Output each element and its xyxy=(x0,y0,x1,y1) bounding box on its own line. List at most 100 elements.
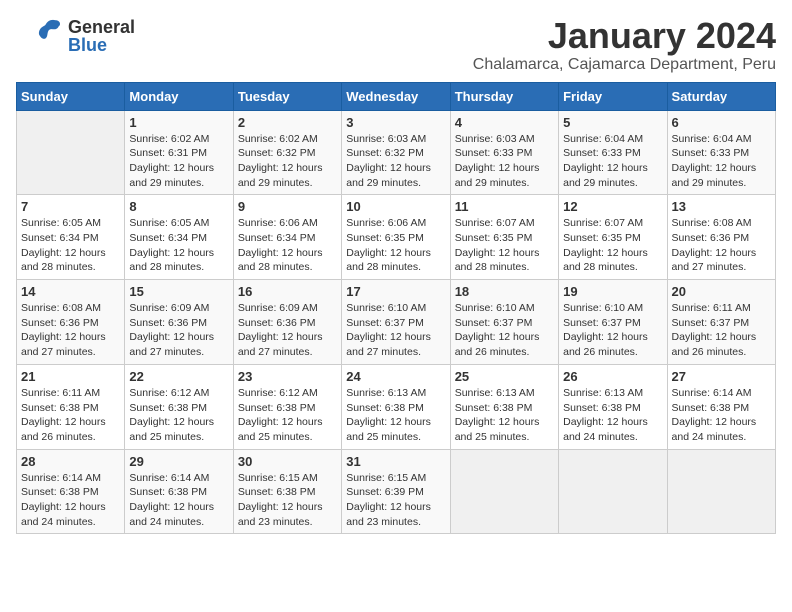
day-number: 12 xyxy=(563,199,662,214)
calendar-week-2: 7 Sunrise: 6:05 AMSunset: 6:34 PMDaylight… xyxy=(17,195,776,280)
calendar-cell: 4 Sunrise: 6:03 AMSunset: 6:33 PMDaylight… xyxy=(450,110,558,195)
calendar-cell: 8 Sunrise: 6:05 AMSunset: 6:34 PMDaylight… xyxy=(125,195,233,280)
day-info: Sunrise: 6:13 AMSunset: 6:38 PMDaylight:… xyxy=(455,386,554,445)
day-info: Sunrise: 6:06 AMSunset: 6:35 PMDaylight:… xyxy=(346,216,445,275)
day-info: Sunrise: 6:11 AMSunset: 6:37 PMDaylight:… xyxy=(672,301,771,360)
calendar-cell: 9 Sunrise: 6:06 AMSunset: 6:34 PMDaylight… xyxy=(233,195,341,280)
day-info: Sunrise: 6:03 AMSunset: 6:33 PMDaylight:… xyxy=(455,132,554,191)
day-info: Sunrise: 6:08 AMSunset: 6:36 PMDaylight:… xyxy=(672,216,771,275)
day-number: 24 xyxy=(346,369,445,384)
day-info: Sunrise: 6:11 AMSunset: 6:38 PMDaylight:… xyxy=(21,386,120,445)
day-info: Sunrise: 6:02 AMSunset: 6:32 PMDaylight:… xyxy=(238,132,337,191)
calendar-cell: 23 Sunrise: 6:12 AMSunset: 6:38 PMDayligh… xyxy=(233,364,341,449)
logo-text: General Blue xyxy=(68,18,135,54)
calendar-subtitle: Chalamarca, Cajamarca Department, Peru xyxy=(473,56,776,74)
day-number: 10 xyxy=(346,199,445,214)
calendar-cell: 22Sunrise: 6:12 AMSunset: 6:38 PMDayligh… xyxy=(125,364,233,449)
day-header-wednesday: Wednesday xyxy=(342,82,450,110)
calendar-cell: 19 Sunrise: 6:10 AMSunset: 6:37 PMDayligh… xyxy=(559,280,667,365)
calendar-cell: 28 Sunrise: 6:14 AMSunset: 6:38 PMDayligh… xyxy=(17,449,125,534)
day-info: Sunrise: 6:05 AMSunset: 6:34 PMDaylight:… xyxy=(21,216,120,275)
day-number: 30 xyxy=(238,454,337,469)
day-info: Sunrise: 6:04 AMSunset: 6:33 PMDaylight:… xyxy=(563,132,662,191)
day-number: 9 xyxy=(238,199,337,214)
calendar-cell: 12Sunrise: 6:07 AMSunset: 6:35 PMDayligh… xyxy=(559,195,667,280)
calendar-cell: 14 Sunrise: 6:08 AMSunset: 6:36 PMDayligh… xyxy=(17,280,125,365)
day-info: Sunrise: 6:15 AMSunset: 6:38 PMDaylight:… xyxy=(238,471,337,530)
day-number: 21 xyxy=(21,369,120,384)
day-info: Sunrise: 6:05 AMSunset: 6:34 PMDaylight:… xyxy=(129,216,228,275)
calendar-body: 1Sunrise: 6:02 AMSunset: 6:31 PMDaylight… xyxy=(17,110,776,534)
calendar-cell: 18Sunrise: 6:10 AMSunset: 6:37 PMDayligh… xyxy=(450,280,558,365)
logo-icon xyxy=(16,16,66,56)
day-info: Sunrise: 6:10 AMSunset: 6:37 PMDaylight:… xyxy=(346,301,445,360)
day-info: Sunrise: 6:10 AMSunset: 6:37 PMDaylight:… xyxy=(563,301,662,360)
calendar-cell: 11Sunrise: 6:07 AMSunset: 6:35 PMDayligh… xyxy=(450,195,558,280)
day-number: 25 xyxy=(455,369,554,384)
day-header-thursday: Thursday xyxy=(450,82,558,110)
day-header-saturday: Saturday xyxy=(667,82,775,110)
day-info: Sunrise: 6:14 AMSunset: 6:38 PMDaylight:… xyxy=(21,471,120,530)
day-number: 3 xyxy=(346,115,445,130)
day-info: Sunrise: 6:04 AMSunset: 6:33 PMDaylight:… xyxy=(672,132,771,191)
calendar-cell: 24 Sunrise: 6:13 AMSunset: 6:38 PMDayligh… xyxy=(342,364,450,449)
calendar-cell: 5 Sunrise: 6:04 AMSunset: 6:33 PMDaylight… xyxy=(559,110,667,195)
title-block: January 2024 Chalamarca, Cajamarca Depar… xyxy=(473,16,776,74)
calendar-cell: 6Sunrise: 6:04 AMSunset: 6:33 PMDaylight… xyxy=(667,110,775,195)
calendar-cell: 3Sunrise: 6:03 AMSunset: 6:32 PMDaylight… xyxy=(342,110,450,195)
calendar-title: January 2024 xyxy=(473,16,776,56)
days-header-row: SundayMondayTuesdayWednesdayThursdayFrid… xyxy=(17,82,776,110)
calendar-week-4: 21 Sunrise: 6:11 AMSunset: 6:38 PMDayligh… xyxy=(17,364,776,449)
calendar-cell: 13 Sunrise: 6:08 AMSunset: 6:36 PMDayligh… xyxy=(667,195,775,280)
day-number: 26 xyxy=(563,369,662,384)
day-info: Sunrise: 6:08 AMSunset: 6:36 PMDaylight:… xyxy=(21,301,120,360)
calendar-week-1: 1Sunrise: 6:02 AMSunset: 6:31 PMDaylight… xyxy=(17,110,776,195)
day-number: 8 xyxy=(129,199,228,214)
day-number: 17 xyxy=(346,284,445,299)
day-number: 28 xyxy=(21,454,120,469)
day-number: 1 xyxy=(129,115,228,130)
calendar-cell: 30 Sunrise: 6:15 AMSunset: 6:38 PMDayligh… xyxy=(233,449,341,534)
day-number: 5 xyxy=(563,115,662,130)
logo-general: General xyxy=(68,18,135,36)
calendar-cell: 2Sunrise: 6:02 AMSunset: 6:32 PMDaylight… xyxy=(233,110,341,195)
day-number: 7 xyxy=(21,199,120,214)
day-info: Sunrise: 6:14 AMSunset: 6:38 PMDaylight:… xyxy=(672,386,771,445)
calendar-week-5: 28 Sunrise: 6:14 AMSunset: 6:38 PMDayligh… xyxy=(17,449,776,534)
day-number: 14 xyxy=(21,284,120,299)
calendar-cell: 10 Sunrise: 6:06 AMSunset: 6:35 PMDayligh… xyxy=(342,195,450,280)
day-info: Sunrise: 6:14 AMSunset: 6:38 PMDaylight:… xyxy=(129,471,228,530)
calendar-cell: 21 Sunrise: 6:11 AMSunset: 6:38 PMDayligh… xyxy=(17,364,125,449)
day-number: 23 xyxy=(238,369,337,384)
day-info: Sunrise: 6:12 AMSunset: 6:38 PMDaylight:… xyxy=(238,386,337,445)
day-header-monday: Monday xyxy=(125,82,233,110)
day-info: Sunrise: 6:15 AMSunset: 6:39 PMDaylight:… xyxy=(346,471,445,530)
day-header-friday: Friday xyxy=(559,82,667,110)
calendar-cell xyxy=(559,449,667,534)
calendar-cell: 20 Sunrise: 6:11 AMSunset: 6:37 PMDayligh… xyxy=(667,280,775,365)
day-info: Sunrise: 6:13 AMSunset: 6:38 PMDaylight:… xyxy=(346,386,445,445)
day-info: Sunrise: 6:06 AMSunset: 6:34 PMDaylight:… xyxy=(238,216,337,275)
calendar-cell: 25 Sunrise: 6:13 AMSunset: 6:38 PMDayligh… xyxy=(450,364,558,449)
day-number: 20 xyxy=(672,284,771,299)
day-number: 29 xyxy=(129,454,228,469)
day-info: Sunrise: 6:09 AMSunset: 6:36 PMDaylight:… xyxy=(238,301,337,360)
day-number: 13 xyxy=(672,199,771,214)
day-number: 4 xyxy=(455,115,554,130)
calendar-cell: 17 Sunrise: 6:10 AMSunset: 6:37 PMDayligh… xyxy=(342,280,450,365)
day-number: 18 xyxy=(455,284,554,299)
day-info: Sunrise: 6:09 AMSunset: 6:36 PMDaylight:… xyxy=(129,301,228,360)
calendar-week-3: 14 Sunrise: 6:08 AMSunset: 6:36 PMDayligh… xyxy=(17,280,776,365)
day-info: Sunrise: 6:12 AMSunset: 6:38 PMDaylight:… xyxy=(129,386,228,445)
day-number: 19 xyxy=(563,284,662,299)
page-header: General Blue January 2024 Chalamarca, Ca… xyxy=(16,16,776,74)
day-header-tuesday: Tuesday xyxy=(233,82,341,110)
calendar-cell: 16 Sunrise: 6:09 AMSunset: 6:36 PMDayligh… xyxy=(233,280,341,365)
day-info: Sunrise: 6:07 AMSunset: 6:35 PMDaylight:… xyxy=(455,216,554,275)
calendar-table: SundayMondayTuesdayWednesdayThursdayFrid… xyxy=(16,82,776,535)
calendar-cell xyxy=(667,449,775,534)
logo-blue: Blue xyxy=(68,36,135,54)
day-number: 16 xyxy=(238,284,337,299)
calendar-cell: 1Sunrise: 6:02 AMSunset: 6:31 PMDaylight… xyxy=(125,110,233,195)
day-number: 31 xyxy=(346,454,445,469)
